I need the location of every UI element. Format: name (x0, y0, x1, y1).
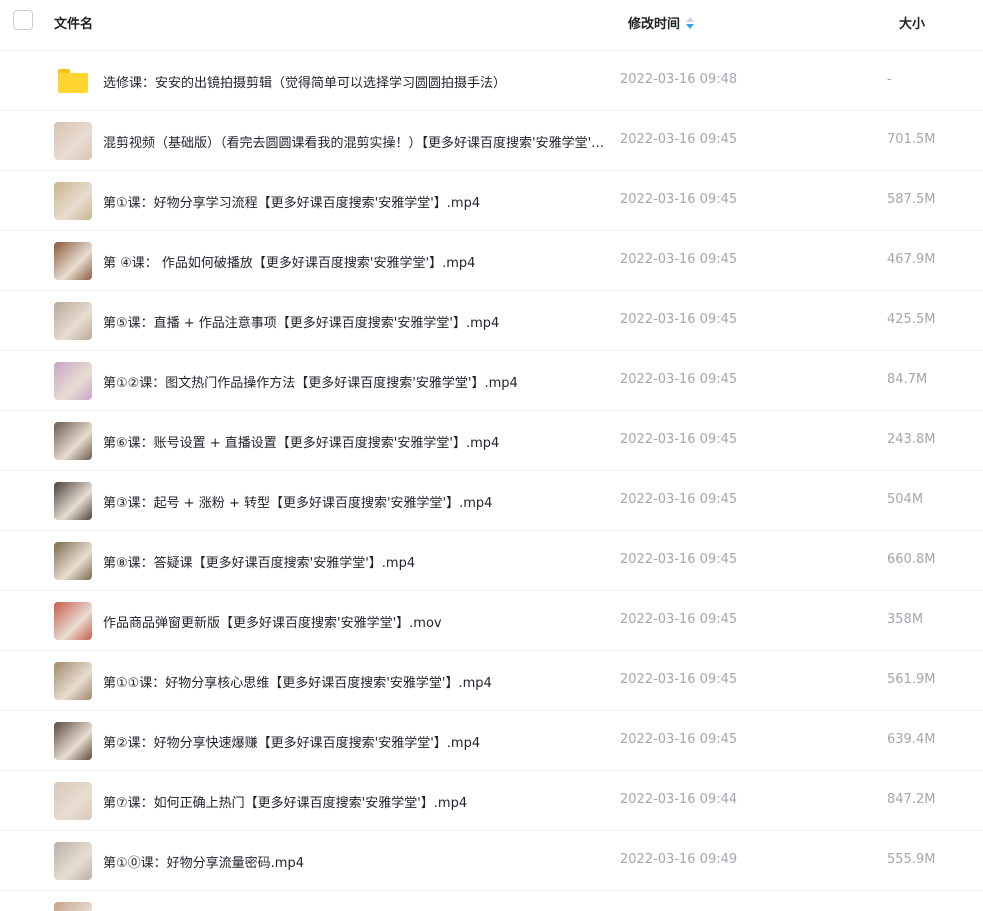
file-modified-time: 2022-03-16 09:45 (620, 312, 738, 327)
file-size: 243.8M (887, 432, 936, 447)
sort-icon[interactable] (686, 16, 695, 29)
file-modified-time: 2022-03-16 09:44 (620, 792, 738, 807)
file-list: 文件名 修改时间 大小 选修课：安安的出镜拍摄剪辑（觉得简单可以选择学习圆圆拍摄… (0, 0, 983, 911)
file-size: 847.2M (887, 792, 936, 807)
video-thumbnail-icon (54, 482, 92, 520)
file-modified-time: 2022-03-16 09:45 (620, 432, 738, 447)
file-row[interactable]: 第⑤课：直播 + 作品注意事项【更多好课百度搜索'安雅学堂'】.mp4 2022-… (0, 290, 983, 350)
file-row[interactable]: 第 ④课： 作品如何破播放【更多好课百度搜索'安雅学堂'】.mp4 2022-03… (0, 230, 983, 290)
select-all-checkbox[interactable] (13, 10, 33, 30)
column-header-time-label: 修改时间 (628, 17, 681, 32)
file-name[interactable]: 第①⓪课：好物分享流量密码.mp4 (103, 852, 610, 871)
file-row[interactable] (0, 890, 983, 911)
file-row[interactable]: 第③课：起号 + 涨粉 + 转型【更多好课百度搜索'安雅学堂'】.mp4 2022… (0, 470, 983, 530)
file-name[interactable]: 混剪视频（基础版）（看完去圆圆课看我的混剪实操！）【更多好课百度搜索'安雅学堂'… (103, 132, 610, 151)
video-thumbnail-icon (54, 902, 92, 911)
file-name[interactable]: 选修课：安安的出镜拍摄剪辑（觉得简单可以选择学习圆圆拍摄手法） (103, 72, 610, 91)
file-name[interactable]: 第⑧课：答疑课【更多好课百度搜索'安雅学堂'】.mp4 (103, 552, 610, 571)
file-modified-time: 2022-03-16 09:45 (620, 132, 738, 147)
video-thumbnail-icon (54, 362, 92, 400)
video-thumbnail-icon (54, 842, 92, 880)
column-header-time[interactable]: 修改时间 (628, 13, 695, 32)
video-thumbnail-icon (54, 782, 92, 820)
file-modified-time: 2022-03-16 09:45 (620, 672, 738, 687)
video-thumbnail-icon (54, 182, 92, 220)
file-name[interactable]: 第②课：好物分享快速爆赚【更多好课百度搜索'安雅学堂'】.mp4 (103, 732, 610, 751)
file-row[interactable]: 第①②课：图文热门作品操作方法【更多好课百度搜索'安雅学堂'】.mp4 2022-… (0, 350, 983, 410)
video-thumbnail-icon (54, 602, 92, 640)
file-size: 467.9M (887, 252, 936, 267)
file-name[interactable]: 第①课：好物分享学习流程【更多好课百度搜索'安雅学堂'】.mp4 (103, 192, 610, 211)
file-row[interactable]: 第①①课：好物分享核心思维【更多好课百度搜索'安雅学堂'】.mp4 2022-03… (0, 650, 983, 710)
file-name[interactable]: 第⑥课：账号设置 + 直播设置【更多好课百度搜索'安雅学堂'】.mp4 (103, 432, 610, 451)
file-name[interactable]: 第①①课：好物分享核心思维【更多好课百度搜索'安雅学堂'】.mp4 (103, 672, 610, 691)
video-thumbnail-icon (54, 662, 92, 700)
file-row[interactable]: 第①课：好物分享学习流程【更多好课百度搜索'安雅学堂'】.mp4 2022-03-… (0, 170, 983, 230)
folder-icon (58, 69, 88, 93)
video-thumbnail-icon (54, 542, 92, 580)
file-size: 425.5M (887, 312, 936, 327)
file-size: 701.5M (887, 132, 936, 147)
file-row[interactable]: 混剪视频（基础版）（看完去圆圆课看我的混剪实操！）【更多好课百度搜索'安雅学堂'… (0, 110, 983, 170)
file-modified-time: 2022-03-16 09:45 (620, 612, 738, 627)
file-name[interactable]: 作品商品弹窗更新版【更多好课百度搜索'安雅学堂'】.mov (103, 612, 610, 631)
file-size: 561.9M (887, 672, 936, 687)
file-name[interactable]: 第⑦课：如何正确上热门【更多好课百度搜索'安雅学堂'】.mp4 (103, 792, 610, 811)
file-name[interactable]: 第⑤课：直播 + 作品注意事项【更多好课百度搜索'安雅学堂'】.mp4 (103, 312, 610, 331)
file-modified-time: 2022-03-16 09:45 (620, 552, 738, 567)
file-name[interactable]: 第③课：起号 + 涨粉 + 转型【更多好课百度搜索'安雅学堂'】.mp4 (103, 492, 610, 511)
file-row[interactable]: 选修课：安安的出镜拍摄剪辑（觉得简单可以选择学习圆圆拍摄手法） 2022-03-1… (0, 50, 983, 110)
file-size: 358M (887, 612, 924, 627)
file-size: - (887, 72, 892, 87)
file-modified-time: 2022-03-16 09:49 (620, 852, 738, 867)
file-modified-time: 2022-03-16 09:45 (620, 192, 738, 207)
video-thumbnail-icon (54, 242, 92, 280)
file-size: 504M (887, 492, 924, 507)
file-row[interactable]: 第⑥课：账号设置 + 直播设置【更多好课百度搜索'安雅学堂'】.mp4 2022-… (0, 410, 983, 470)
file-modified-time: 2022-03-16 09:45 (620, 372, 738, 387)
file-row[interactable]: 第②课：好物分享快速爆赚【更多好课百度搜索'安雅学堂'】.mp4 2022-03-… (0, 710, 983, 770)
file-modified-time: 2022-03-16 09:45 (620, 492, 738, 507)
list-header: 文件名 修改时间 大小 (0, 0, 983, 44)
column-header-name[interactable]: 文件名 (54, 13, 93, 32)
file-name[interactable]: 第 ④课： 作品如何破播放【更多好课百度搜索'安雅学堂'】.mp4 (103, 252, 610, 271)
file-size: 84.7M (887, 372, 928, 387)
file-size: 660.8M (887, 552, 936, 567)
file-size: 587.5M (887, 192, 936, 207)
file-modified-time: 2022-03-16 09:45 (620, 252, 738, 267)
video-thumbnail-icon (54, 422, 92, 460)
file-row[interactable]: 第⑦课：如何正确上热门【更多好课百度搜索'安雅学堂'】.mp4 2022-03-1… (0, 770, 983, 830)
file-size: 555.9M (887, 852, 936, 867)
file-size: 639.4M (887, 732, 936, 747)
file-modified-time: 2022-03-16 09:45 (620, 732, 738, 747)
video-thumbnail-icon (54, 722, 92, 760)
file-name[interactable]: 第①②课：图文热门作品操作方法【更多好课百度搜索'安雅学堂'】.mp4 (103, 372, 610, 391)
file-row[interactable]: 第①⓪课：好物分享流量密码.mp4 2022-03-16 09:49 555.9M (0, 830, 983, 890)
file-row[interactable]: 第⑧课：答疑课【更多好课百度搜索'安雅学堂'】.mp4 2022-03-16 09… (0, 530, 983, 590)
video-thumbnail-icon (54, 302, 92, 340)
file-row[interactable]: 作品商品弹窗更新版【更多好课百度搜索'安雅学堂'】.mov 2022-03-16 … (0, 590, 983, 650)
video-thumbnail-icon (54, 122, 92, 160)
file-modified-time: 2022-03-16 09:48 (620, 72, 738, 87)
column-header-size[interactable]: 大小 (899, 13, 925, 32)
